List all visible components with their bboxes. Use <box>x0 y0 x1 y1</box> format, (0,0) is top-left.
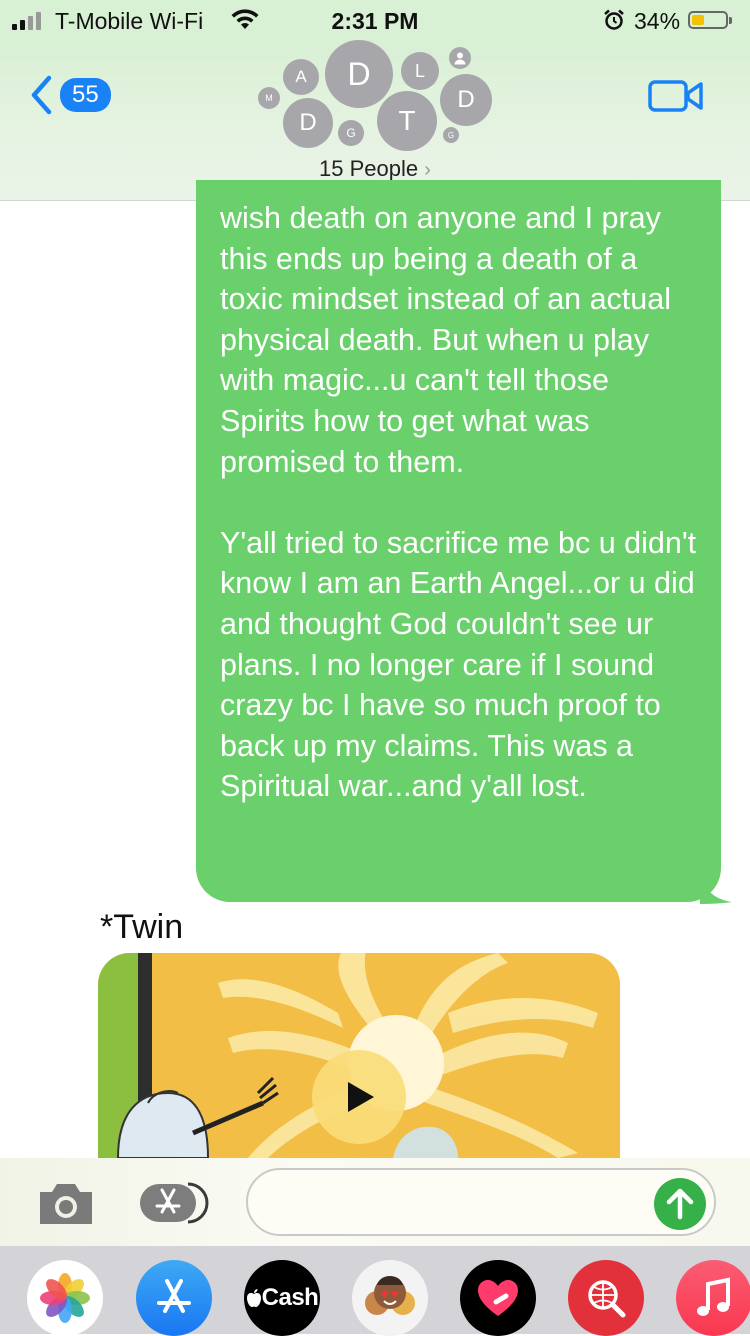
unread-count-badge: 55 <box>60 78 111 112</box>
back-button[interactable]: 55 <box>30 75 111 115</box>
avatar <box>449 47 471 69</box>
send-arrow-icon <box>666 1188 694 1220</box>
avatar: L <box>401 52 439 90</box>
memoji-stickers-app-icon[interactable] <box>352 1260 428 1336</box>
conversation-header: 55 A D L M D G T D G 15 People › <box>0 40 750 201</box>
video-call-button[interactable] <box>648 78 704 114</box>
avatar: D <box>440 74 492 126</box>
message-text[interactable]: *Twin <box>100 908 183 947</box>
imessage-app-drawer: Cash <box>0 1246 750 1336</box>
digital-touch-app-icon[interactable] <box>460 1260 536 1336</box>
app-store-app-icon[interactable] <box>136 1260 212 1336</box>
group-avatar-cluster[interactable]: A D L M D G T D G <box>250 40 500 152</box>
avatar: T <box>377 91 437 151</box>
alarm-icon <box>604 9 624 30</box>
photos-app-icon[interactable] <box>27 1260 103 1336</box>
send-button[interactable] <box>654 1178 706 1230</box>
apple-logo-icon <box>246 1289 261 1307</box>
chevron-left-icon <box>31 75 52 115</box>
heart-icon <box>478 1280 518 1316</box>
sent-message-bubble[interactable]: wish death on anyone and I pray this end… <box>196 180 721 902</box>
group-details-link[interactable]: 15 People › <box>0 156 750 182</box>
search-icon <box>588 1280 626 1318</box>
bubble-tail <box>700 870 732 904</box>
play-button[interactable] <box>312 1050 406 1144</box>
avatar: A <box>283 59 319 95</box>
avatar: D <box>283 98 333 148</box>
music-app-icon[interactable] <box>676 1260 750 1336</box>
camera-icon[interactable] <box>36 1180 96 1228</box>
music-note-icon <box>697 1277 730 1316</box>
avatar: G <box>338 120 364 146</box>
battery-icon <box>688 11 732 29</box>
cash-app-icon[interactable]: Cash <box>244 1260 320 1336</box>
message-paragraph: Y'all tried to sacrifice me bc u didn't … <box>220 525 705 804</box>
chevron-right-icon: › <box>424 159 431 181</box>
status-bar: T-Mobile Wi-Fi 2:31 PM 34% <box>0 0 750 40</box>
message-paragraph: wish death on anyone and I pray this end… <box>220 201 680 479</box>
message-input-bar <box>0 1158 750 1246</box>
person-icon <box>454 52 466 65</box>
avatar: M <box>258 87 280 109</box>
avatar: G <box>443 127 459 143</box>
web-search-app-icon[interactable] <box>568 1260 644 1336</box>
avatar: D <box>325 40 393 108</box>
battery-percent: 34% <box>634 8 681 34</box>
message-paragraph-spacer <box>220 482 697 523</box>
message-input[interactable] <box>246 1168 716 1236</box>
people-count-label: 15 People <box>319 156 419 181</box>
play-icon <box>348 1082 374 1112</box>
app-store-icon[interactable] <box>138 1180 212 1226</box>
cash-label: Cash <box>261 1284 319 1311</box>
